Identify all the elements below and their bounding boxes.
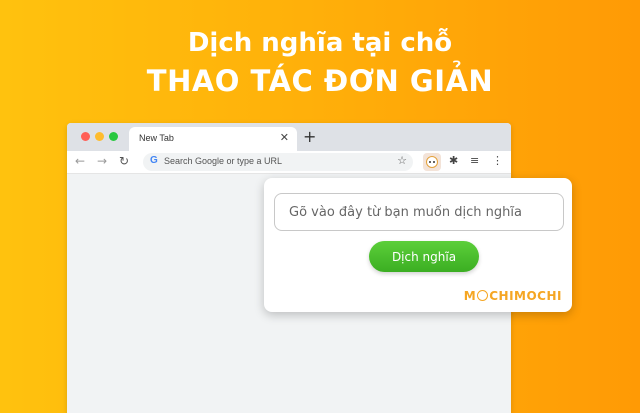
- translate-button[interactable]: Dịch nghĩa: [369, 241, 479, 272]
- tab-new-tab[interactable]: New Tab ✕: [129, 127, 297, 151]
- mascot-icon: [426, 156, 438, 168]
- brand-m: M: [463, 289, 477, 303]
- address-bar[interactable]: G Search Google or type a URL ☆: [143, 153, 413, 171]
- mochimochi-extension-icon[interactable]: [423, 153, 441, 171]
- new-tab-icon[interactable]: +: [303, 127, 316, 147]
- tab-bar: New Tab ✕ +: [67, 123, 511, 151]
- translate-input[interactable]: [274, 193, 564, 231]
- mascot-logo-icon: [477, 290, 489, 301]
- maximize-window-dot[interactable]: [109, 132, 118, 141]
- extensions-puzzle-icon[interactable]: ✱: [449, 154, 458, 167]
- minimize-window-dot[interactable]: [95, 132, 104, 141]
- headline-title: Dịch nghĩa tại chỗ: [187, 28, 453, 58]
- mochimochi-logo: M CHIMOCHI: [464, 289, 562, 303]
- headline-subtitle: THAO TÁC ĐƠN GIẢN: [146, 64, 494, 98]
- tab-title: New Tab: [139, 133, 174, 143]
- media-playlist-icon[interactable]: ≡: [470, 154, 479, 167]
- menu-kebab-icon[interactable]: ⋮: [492, 154, 503, 167]
- close-icon[interactable]: ✕: [280, 131, 289, 144]
- close-window-dot[interactable]: [81, 132, 90, 141]
- browser-toolbar: ← → ↻ G Search Google or type a URL ☆ ✱ …: [67, 151, 511, 174]
- reload-icon[interactable]: ↻: [119, 154, 129, 168]
- bookmark-star-icon[interactable]: ☆: [397, 154, 407, 167]
- google-icon: G: [150, 155, 158, 166]
- brand-rest: CHIMOCHI: [489, 289, 562, 303]
- translate-popup: Dịch nghĩa M CHIMOCHI: [264, 178, 572, 312]
- forward-icon[interactable]: →: [97, 154, 107, 168]
- address-bar-placeholder: Search Google or type a URL: [164, 156, 283, 166]
- back-icon[interactable]: ←: [75, 154, 85, 168]
